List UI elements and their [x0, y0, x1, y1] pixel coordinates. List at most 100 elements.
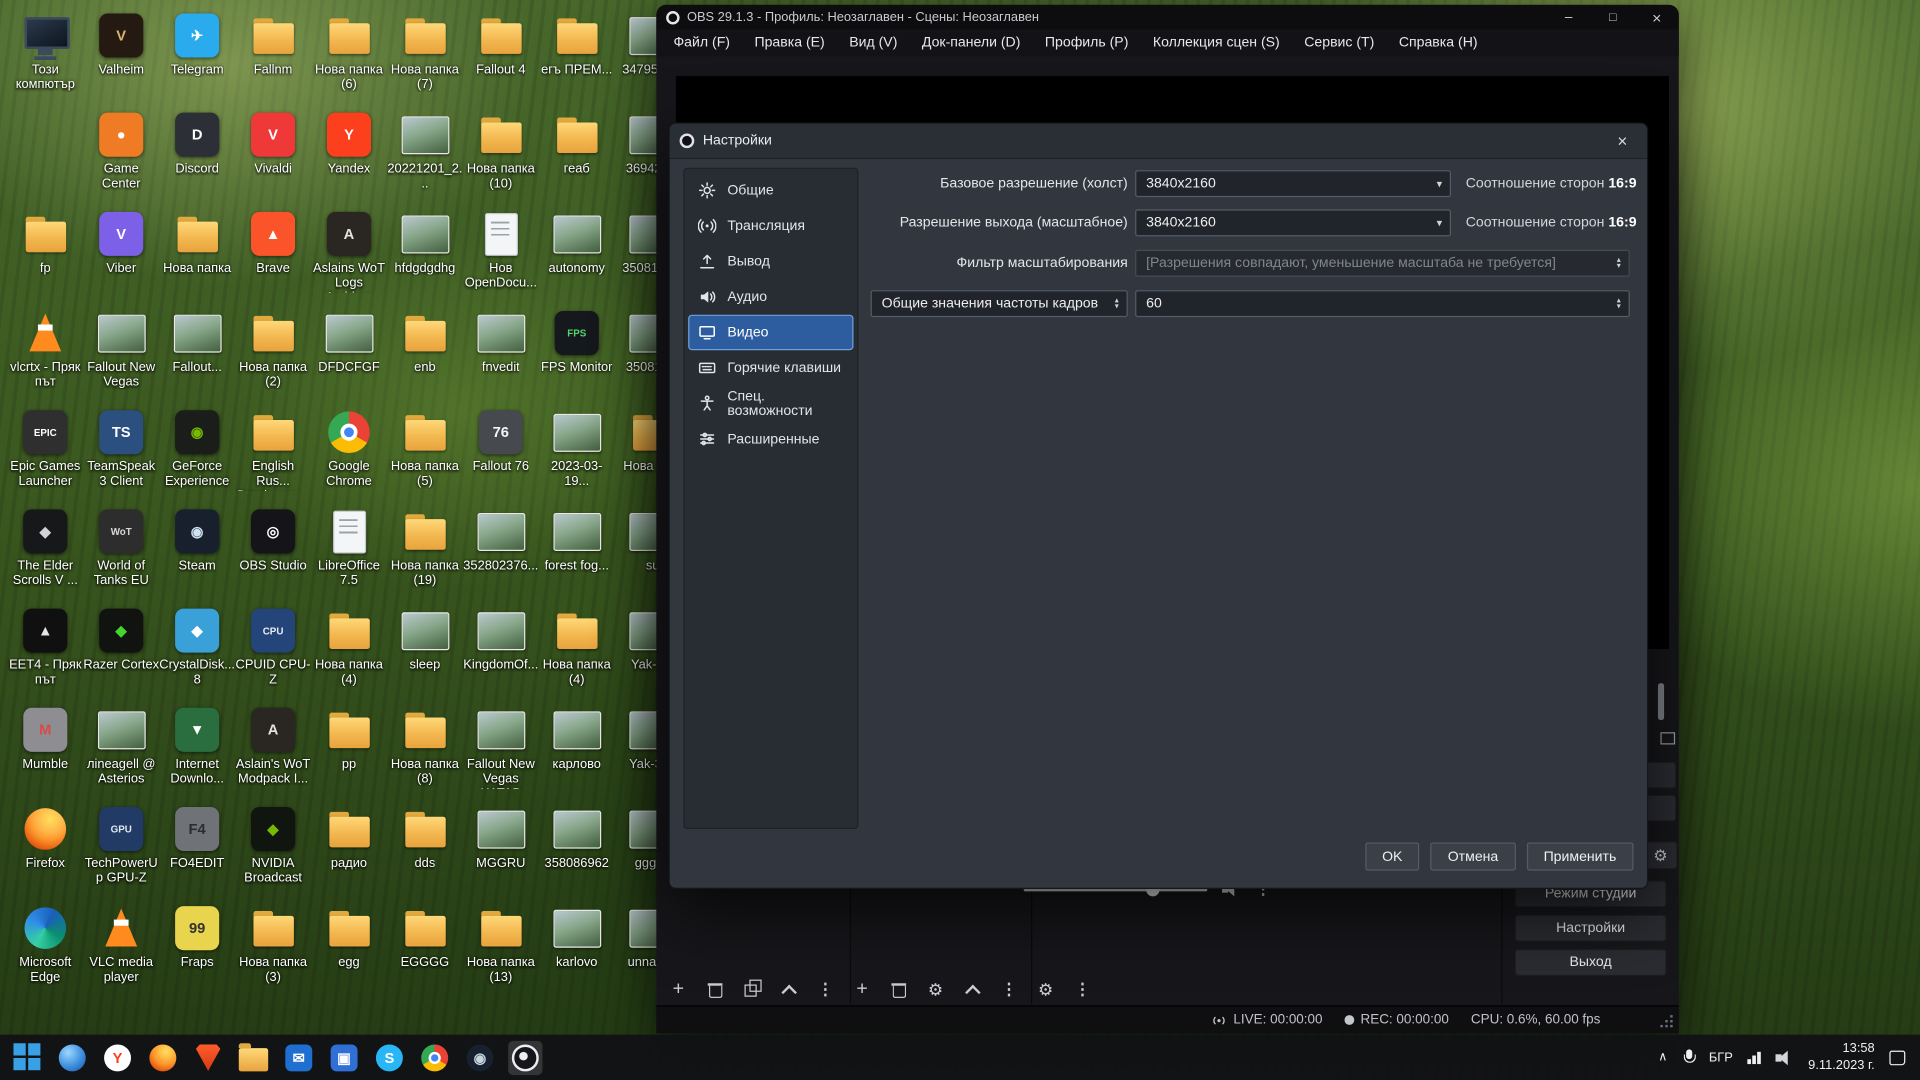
- desktop-icon[interactable]: Нова папка (4): [311, 605, 387, 704]
- mixer-menu-button[interactable]: [1073, 978, 1093, 1000]
- desktop-icon[interactable]: forest fog...: [539, 506, 615, 605]
- desktop-icon[interactable]: EPIC Epic Games Launcher: [7, 407, 83, 506]
- close-button[interactable]: [1635, 5, 1679, 29]
- maximize-button[interactable]: [1591, 5, 1635, 29]
- desktop-icon[interactable]: ◎ OBS Studio: [235, 506, 311, 605]
- desktop-icon[interactable]: Нов OpenDocu...: [463, 208, 539, 307]
- minimize-button[interactable]: [1547, 5, 1591, 29]
- desktop-icon[interactable]: TS TeamSpeak 3 Client: [83, 407, 159, 506]
- nav-item-hotkeys[interactable]: Горячие клавиши: [688, 350, 853, 386]
- desktop-icon[interactable]: Google Chrome: [311, 407, 387, 506]
- desktop-icon[interactable]: KingdomOf...: [463, 605, 539, 704]
- desktop-icon[interactable]: Firefox: [7, 803, 83, 902]
- nav-item-audio[interactable]: Аудио: [688, 279, 853, 315]
- source-properties-button[interactable]: [926, 978, 946, 1000]
- scene-filters-button[interactable]: [742, 978, 762, 1000]
- desktop-icon[interactable]: enb: [387, 307, 463, 406]
- desktop-icon[interactable]: ● Game Center: [83, 109, 159, 208]
- desktop-icon[interactable]: ◆ CrystalDisk... 8: [159, 605, 235, 704]
- obs-studio[interactable]: [508, 1040, 542, 1074]
- ok-button[interactable]: OK: [1365, 842, 1420, 870]
- desktop-icon[interactable]: A Aslains WoT Logs Archiver: [311, 208, 387, 307]
- dialog-close-icon[interactable]: [1608, 126, 1637, 155]
- desktop-icon[interactable]: M Mumble: [7, 704, 83, 803]
- nav-item-video[interactable]: Видео: [688, 315, 853, 351]
- desktop-icon[interactable]: vlcrtx - Пряк път: [7, 307, 83, 406]
- desktop-icon[interactable]: VLC media player: [83, 902, 159, 1001]
- volume-icon[interactable]: [1775, 1050, 1793, 1065]
- move-scene-up-button[interactable]: [779, 978, 799, 1000]
- menu-item[interactable]: Вид (V): [837, 36, 910, 51]
- desktop-icon[interactable]: ◉ GeForce Experience: [159, 407, 235, 506]
- mixer-settings-button[interactable]: [1036, 978, 1056, 1000]
- nav-item-output[interactable]: Вывод: [688, 244, 853, 280]
- microphone-icon[interactable]: [1682, 1049, 1694, 1066]
- desktop-icon[interactable]: Нова папка (19): [387, 506, 463, 605]
- desktop-icon[interactable]: hfdgdgdhg: [387, 208, 463, 307]
- desktop-icon[interactable]: Нова папка (6): [311, 10, 387, 109]
- scene-menu-button[interactable]: [816, 978, 836, 1000]
- menu-item[interactable]: Профиль (P): [1033, 36, 1141, 51]
- desktop-icon[interactable]: D Discord: [159, 109, 235, 208]
- photos[interactable]: ▣: [327, 1040, 361, 1074]
- mail[interactable]: ✉: [282, 1040, 316, 1074]
- desktop-icon[interactable]: 2023-03-19...: [539, 407, 615, 506]
- settings-button[interactable]: Настройки: [1515, 915, 1667, 942]
- remove-scene-button[interactable]: [705, 978, 725, 1000]
- desktop-icon[interactable]: Нова папка (8): [387, 704, 463, 803]
- fps-value-combobox[interactable]: 60: [1135, 290, 1630, 317]
- source-menu-button[interactable]: [999, 978, 1019, 1000]
- desktop-icon[interactable]: 358086962: [539, 803, 615, 902]
- desktop-icon[interactable]: English Rus... Databases...: [235, 407, 311, 506]
- desktop-icon[interactable]: GPU TechPowerUp GPU-Z: [83, 803, 159, 902]
- add-source-button[interactable]: [852, 978, 872, 1000]
- output-resolution-combobox[interactable]: 3840x2160: [1135, 209, 1451, 236]
- language-indicator[interactable]: БГР: [1709, 1050, 1733, 1065]
- file-explorer[interactable]: [236, 1040, 270, 1074]
- desktop-icon[interactable]: 76 Fallout 76: [463, 407, 539, 506]
- desktop-icon[interactable]: Fallout...: [159, 307, 235, 406]
- desktop-icon[interactable]: WoT World of Tanks EU: [83, 506, 159, 605]
- desktop-icon[interactable]: Fallout 4: [463, 10, 539, 109]
- desktop-icon[interactable]: геаб: [539, 109, 615, 208]
- nav-item-advanced[interactable]: Расширенные: [688, 421, 853, 457]
- desktop-icon[interactable]: Fallout New Vegas: [83, 307, 159, 406]
- settings-dialog-titlebar[interactable]: Настройки: [670, 124, 1647, 160]
- obs-titlebar[interactable]: OBS 29.1.3 - Профиль: Неозаглавен - Сцен…: [656, 5, 1678, 29]
- desktop-icon[interactable]: ✈ Telegram: [159, 10, 235, 109]
- fps-type-combobox[interactable]: Общие значения частоты кадров: [871, 290, 1128, 317]
- nav-item-general[interactable]: Общие: [688, 173, 853, 209]
- menu-item[interactable]: Справка (H): [1387, 36, 1490, 51]
- virtual-camera-settings-button[interactable]: [1643, 841, 1677, 869]
- remove-source-button[interactable]: [889, 978, 909, 1000]
- desktop-icon[interactable]: Нова папка: [159, 208, 235, 307]
- steam[interactable]: ◉: [463, 1040, 497, 1074]
- nav-item-stream[interactable]: Трансляция: [688, 208, 853, 244]
- network-icon[interactable]: [1748, 1051, 1761, 1064]
- desktop-icon[interactable]: V Viber: [83, 208, 159, 307]
- desktop-icon[interactable]: V Vivaldi: [235, 109, 311, 208]
- desktop-icon[interactable]: MGGRU: [463, 803, 539, 902]
- desktop-icon[interactable]: dds: [387, 803, 463, 902]
- cancel-button[interactable]: Отмена: [1431, 842, 1516, 870]
- desktop-icon[interactable]: F4 FO4EDIT: [159, 803, 235, 902]
- desktop-icon[interactable]: A Aslain's WoT Modpack I...: [235, 704, 311, 803]
- desktop-icon[interactable]: Microsoft Edge: [7, 902, 83, 1001]
- dock-scrollbar[interactable]: [1658, 683, 1664, 720]
- exit-button[interactable]: Выход: [1515, 949, 1667, 976]
- desktop-icon[interactable]: V Valheim: [83, 10, 159, 109]
- desktop-icon[interactable]: ▲ EET4 - Пряк път: [7, 605, 83, 704]
- search-orb[interactable]: [55, 1040, 89, 1074]
- desktop-icon[interactable]: EGGGG: [387, 902, 463, 1001]
- desktop-icon[interactable]: ◆ The Elder Scrolls V ...: [7, 506, 83, 605]
- menu-item[interactable]: Коллекция сцен (S): [1141, 36, 1292, 51]
- desktop-icon[interactable]: Нова папка (13): [463, 902, 539, 1001]
- yandex-browser[interactable]: Y: [100, 1040, 134, 1074]
- desktop-icon[interactable]: егъ ПРЕМ...: [539, 10, 615, 109]
- desktop-icon[interactable]: CPU CPUID CPU-Z: [235, 605, 311, 704]
- clock[interactable]: 13:58 9.11.2023 г.: [1808, 1041, 1875, 1074]
- menu-item[interactable]: Правка (E): [742, 36, 837, 51]
- desktop-icon[interactable]: DFDCFGF: [311, 307, 387, 406]
- desktop-icon[interactable]: ◆ NVIDIA Broadcast: [235, 803, 311, 902]
- desktop-icon[interactable]: 99 Fraps: [159, 902, 235, 1001]
